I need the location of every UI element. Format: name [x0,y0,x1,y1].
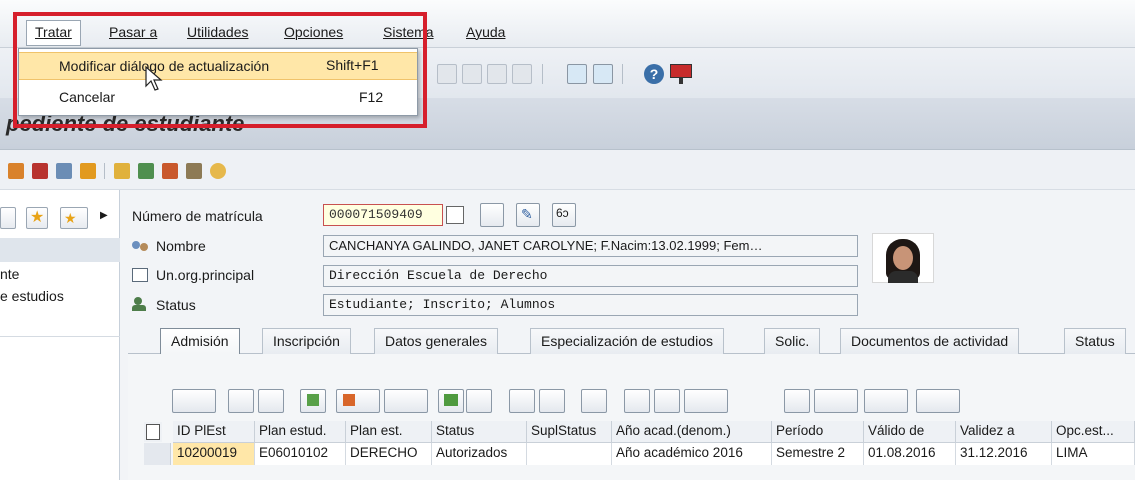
nav-section-header [0,238,120,262]
tab-documentos-actividad[interactable]: Documentos de actividad [840,328,1020,354]
col-header-status[interactable]: Status [432,421,527,443]
col-header-opc-est[interactable]: Opc.est... [1052,421,1135,443]
grid-filter-button[interactable] [684,389,728,413]
col-header-id-plest[interactable]: ID PlEst [173,421,255,443]
customize-layout-icon[interactable] [670,64,692,84]
red-highlight-frame [13,12,427,128]
grid-display-button[interactable] [258,389,284,413]
grid-flag-white-button[interactable] [384,389,428,413]
display-glasses-button[interactable]: 6ↄ [552,203,576,227]
tab-especializacion[interactable]: Especialización de estudios [530,328,724,354]
table-cell[interactable]: 31.12.2016 [956,443,1052,465]
grid-arrow-button[interactable] [438,389,464,413]
tab-inscripcion[interactable]: Inscripción [262,328,351,354]
calendar-icon[interactable] [32,163,48,179]
col-header-suplstatus[interactable]: SuplStatus [527,421,612,443]
col-header-plan-estud[interactable]: Plan estud. [255,421,346,443]
grid-flag-green-button[interactable] [300,389,326,413]
coins-icon[interactable] [210,163,226,179]
nombre-label: Nombre [156,238,206,254]
nav-item-plan-estudios[interactable]: e estudios [0,288,64,304]
grid-tree-button[interactable] [539,389,565,413]
tab-status[interactable]: Status [1064,328,1126,354]
table-cell[interactable]: E06010102 [255,443,346,465]
help-icon[interactable]: ? [644,64,664,84]
col-header-validez-a[interactable]: Validez a [956,421,1052,443]
matchcode-icon[interactable] [446,206,464,224]
grid-hierarchy-button[interactable] [509,389,535,413]
grid-views-button[interactable] [814,389,858,413]
unorg-label: Un.org.principal [156,267,255,283]
first-page-icon[interactable] [437,64,457,84]
grid-layout-button[interactable] [916,389,960,413]
student-photo [872,233,934,283]
grid-create-button[interactable] [172,389,216,413]
favorite-folder-icon[interactable]: ★ [60,207,88,229]
tab-datos-generales[interactable]: Datos generales [374,328,498,354]
tab-solic[interactable]: Solic. [764,328,821,354]
status-person-icon [132,297,150,313]
col-header-valido-de[interactable]: Válido de [864,421,956,443]
nombre-field: CANCHANYA GALINDO, JANET CAROLYNE; F.Nac… [323,235,858,257]
nav-item-estudiante[interactable]: nte [0,266,19,282]
col-header-plan-est[interactable]: Plan est. [346,421,432,443]
favorite-star-icon[interactable]: ★ [26,207,48,229]
new-session-icon[interactable] [567,64,587,84]
menu-ayuda[interactable]: Ayuda [466,24,505,40]
arrow-icon[interactable] [8,163,24,179]
matricula-input[interactable]: 000071509409 [323,204,443,226]
col-header-ano-acad[interactable]: Año acad.(denom.) [612,421,772,443]
calculator-icon[interactable] [56,163,72,179]
table-cell[interactable]: 10200019 [173,443,255,465]
document-icon[interactable] [162,163,178,179]
grid-print-button[interactable] [784,389,810,413]
expand-arrow-icon[interactable]: ▶ [100,210,108,221]
table-cell[interactable]: Año académico 2016 [612,443,772,465]
prev-page-icon[interactable] [462,64,482,84]
table-cell[interactable] [527,443,612,465]
status-label: Status [156,297,196,313]
mouse-cursor-icon [145,66,163,91]
col-header-periodo[interactable]: Período [772,421,864,443]
left-navigation-panel [0,190,120,480]
create-document-button[interactable] [480,203,504,227]
edit-pencil-button[interactable]: ✎ [516,203,540,227]
toolbar-divider [542,64,543,84]
grid-export-button[interactable] [864,389,908,413]
grid-sort-asc-button[interactable] [624,389,650,413]
scroll-icon[interactable] [80,163,96,179]
toolbar-divider [622,64,623,84]
table-cell[interactable]: LIMA [1052,443,1135,465]
grid-sort-desc-button[interactable] [654,389,680,413]
grid-flag-orange-button[interactable] [336,389,380,413]
checkbox-icon[interactable] [132,268,148,282]
row-selector[interactable] [144,443,171,465]
table-cell[interactable]: Semestre 2 [772,443,864,465]
shortcut-icon[interactable] [593,64,613,84]
nav-back-button[interactable] [0,207,16,229]
tab-admision[interactable]: Admisión [160,328,240,354]
grid-delete-button[interactable] [466,389,492,413]
edit-list-icon[interactable] [138,163,154,179]
toolbar-divider [104,163,105,179]
folder-icon[interactable] [114,163,130,179]
last-page-icon[interactable] [512,64,532,84]
grid-edit-button[interactable] [228,389,254,413]
select-all-icon[interactable] [144,422,162,442]
table-cell[interactable]: DERECHO [346,443,432,465]
grid-search-button[interactable] [581,389,607,413]
nav-divider [0,336,120,337]
table-cell[interactable]: Autorizados [432,443,527,465]
status-field: Estudiante; Inscrito; Alumnos [323,294,858,316]
people-icon[interactable] [186,163,202,179]
matricula-label: Número de matrícula [132,208,263,224]
next-page-icon[interactable] [487,64,507,84]
table-cell[interactable]: 01.08.2016 [864,443,956,465]
person-group-icon [132,239,150,253]
unorg-field: Dirección Escuela de Derecho [323,265,858,287]
